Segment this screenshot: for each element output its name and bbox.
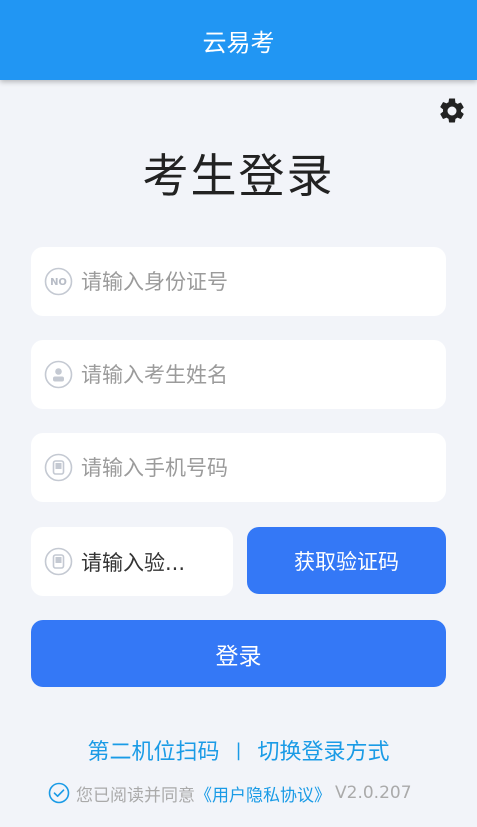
id-number-field[interactable]: NO bbox=[31, 247, 446, 316]
app-version: V2.0.207 bbox=[335, 783, 412, 803]
id-card-icon: NO bbox=[44, 267, 73, 296]
verify-code-field[interactable]: 请输入验... bbox=[31, 527, 233, 596]
app-title: 云易考 bbox=[202, 28, 275, 57]
phone-icon bbox=[44, 547, 73, 576]
phone-input[interactable] bbox=[81, 455, 401, 480]
student-name-input[interactable] bbox=[81, 362, 401, 387]
get-code-button[interactable]: 获取验证码 bbox=[247, 527, 446, 594]
privacy-policy-link[interactable]: 《用户隐私协议》 bbox=[195, 781, 331, 806]
page-title: 考生登录 bbox=[142, 149, 335, 203]
verify-code-input[interactable]: 请输入验... bbox=[81, 547, 185, 577]
login-button[interactable]: 登录 bbox=[31, 620, 446, 687]
phone-field[interactable] bbox=[31, 433, 446, 502]
alt-login-links: 第二机位扫码 | 切换登录方式 bbox=[0, 734, 477, 766]
gear-icon[interactable] bbox=[437, 96, 467, 126]
agreement-text: 您已阅读并同意 bbox=[76, 785, 195, 806]
login-page: 云易考 考生登录 NO 请输入身份证号 请输入考生姓名 请输入手机号码 请输入验… bbox=[0, 0, 477, 827]
student-name-field[interactable] bbox=[31, 340, 446, 409]
link-separator: | bbox=[235, 739, 242, 761]
app-bar: 云易考 bbox=[0, 0, 477, 80]
id-number-input[interactable] bbox=[81, 269, 401, 294]
second-device-scan-link[interactable]: 第二机位扫码 bbox=[87, 734, 219, 766]
check-circle-icon[interactable] bbox=[48, 782, 70, 804]
switch-login-method-link[interactable]: 切换登录方式 bbox=[258, 734, 390, 766]
id-badge-text: NO bbox=[50, 277, 67, 288]
agreement-row: 您已阅读并同意 《用户隐私协议》 V2.0.207 bbox=[48, 781, 412, 806]
user-icon bbox=[44, 360, 73, 389]
phone-icon bbox=[44, 453, 73, 482]
